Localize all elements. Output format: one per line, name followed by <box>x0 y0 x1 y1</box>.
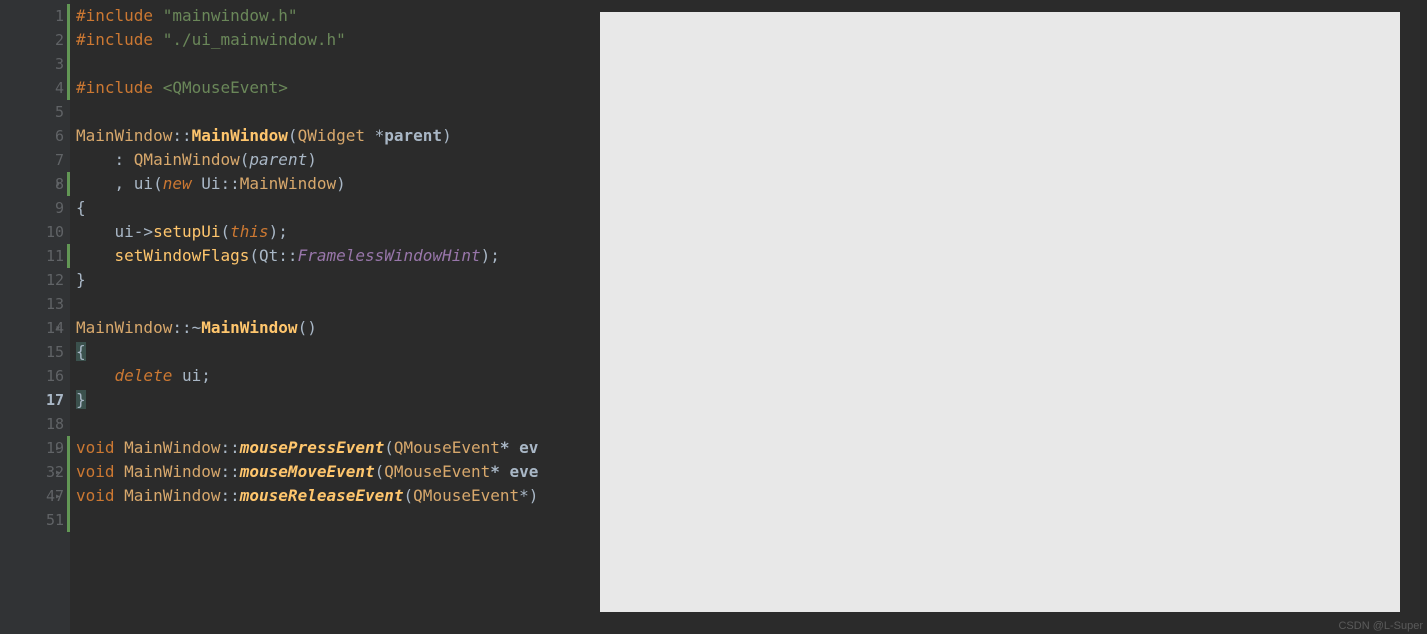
gutter-row: 47▸ <box>0 484 70 508</box>
code-line[interactable]: } <box>76 388 600 412</box>
code-line[interactable]: ui->setupUi(this); <box>76 220 600 244</box>
gutter-row: 17 <box>0 388 70 412</box>
gutter-row: 19▸ <box>0 436 70 460</box>
gutter-row: 15 <box>0 340 70 364</box>
code-line[interactable]: void MainWindow::mousePressEvent(QMouseE… <box>76 436 600 460</box>
code-line[interactable]: : QMainWindow(parent) <box>76 148 600 172</box>
gutter-row: 5 <box>0 100 70 124</box>
code-line[interactable] <box>76 412 600 436</box>
code-line[interactable]: #include <QMouseEvent> <box>76 76 600 100</box>
gutter-row: 2 <box>0 28 70 52</box>
gutter-row: 13 <box>0 292 70 316</box>
gutter-row: 1 <box>0 4 70 28</box>
watermark: CSDN @L-Super <box>1338 620 1423 632</box>
gutter-row: 8▾ <box>0 172 70 196</box>
chevron-right-icon[interactable]: ▸ <box>52 491 64 502</box>
chevron-down-icon[interactable]: ▾ <box>52 323 64 334</box>
gutter-row: 51 <box>0 508 70 532</box>
gutter-row: 4 <box>0 76 70 100</box>
gutter-row: 10 <box>0 220 70 244</box>
chevron-down-icon[interactable]: ▾ <box>52 179 64 190</box>
gutter-row: 14▾ <box>0 316 70 340</box>
code-line[interactable] <box>76 100 600 124</box>
code-line[interactable]: MainWindow::~MainWindow() <box>76 316 600 340</box>
code-line[interactable]: #include "mainwindow.h" <box>76 4 600 28</box>
gutter-row: 32▸ <box>0 460 70 484</box>
gutter-row: 16 <box>0 364 70 388</box>
gutter-row: 3 <box>0 52 70 76</box>
gutter-row: 18 <box>0 412 70 436</box>
code-line[interactable]: void MainWindow::mouseReleaseEvent(QMous… <box>76 484 600 508</box>
code-line[interactable]: delete ui; <box>76 364 600 388</box>
code-editor[interactable]: 1 2 3 4 5 6 7 8▾ 9 10 11 12 13 14▾ 15 16… <box>0 0 600 634</box>
code-line[interactable]: } <box>76 268 600 292</box>
gutter: 1 2 3 4 5 6 7 8▾ 9 10 11 12 13 14▾ 15 16… <box>0 0 70 634</box>
code-line[interactable] <box>76 508 600 532</box>
gutter-row: 7 <box>0 148 70 172</box>
code-line[interactable]: setWindowFlags(Qt::FramelessWindowHint); <box>76 244 600 268</box>
gutter-row: 9 <box>0 196 70 220</box>
gutter-row: 12 <box>0 268 70 292</box>
frameless-window-preview[interactable] <box>600 12 1400 612</box>
code-line[interactable] <box>76 52 600 76</box>
code-line[interactable]: { <box>76 340 600 364</box>
chevron-right-icon[interactable]: ▸ <box>52 443 64 454</box>
gutter-row: 11 <box>0 244 70 268</box>
chevron-right-icon[interactable]: ▸ <box>52 467 64 478</box>
code-line[interactable]: MainWindow::MainWindow(QWidget *parent) <box>76 124 600 148</box>
code-line[interactable]: #include "./ui_mainwindow.h" <box>76 28 600 52</box>
code-line[interactable]: void MainWindow::mouseMoveEvent(QMouseEv… <box>76 460 600 484</box>
gutter-row: 6 <box>0 124 70 148</box>
code-line[interactable]: , ui(new Ui::MainWindow) <box>76 172 600 196</box>
code-line[interactable] <box>76 292 600 316</box>
code-line[interactable]: { <box>76 196 600 220</box>
code-area[interactable]: #include "mainwindow.h" #include "./ui_m… <box>70 0 600 634</box>
